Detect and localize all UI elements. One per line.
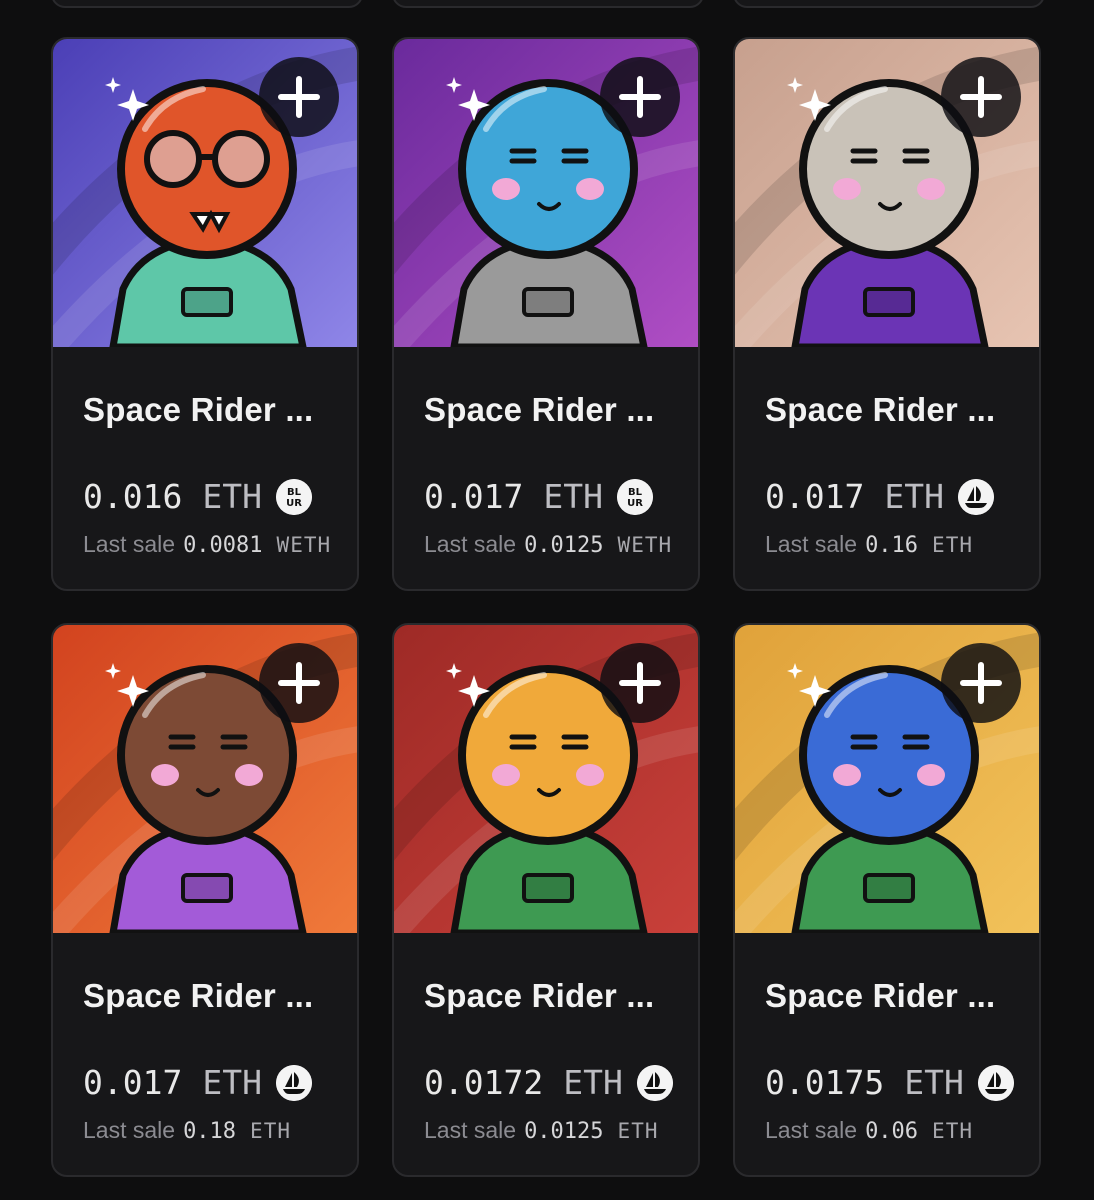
last-sale-row: Last sale 0.06 ETH <box>765 1117 973 1144</box>
card-above-partial[interactable] <box>733 0 1045 8</box>
card-above-partial[interactable] <box>51 0 363 8</box>
opensea-icon <box>636 1064 673 1101</box>
opensea-icon <box>977 1064 1014 1101</box>
opensea-icon <box>275 1064 312 1101</box>
nft-title: Space Rider ... <box>83 391 314 428</box>
price-value: 0.017 <box>424 477 524 516</box>
last-sale-value: 0.0081 <box>183 533 263 558</box>
plus-icon <box>278 662 320 704</box>
card-above-partial[interactable] <box>392 0 704 8</box>
last-sale-currency: ETH <box>250 1119 291 1143</box>
price-value: 0.016 <box>83 477 183 516</box>
plus-icon <box>960 662 1002 704</box>
nft-title: Space Rider ... <box>424 391 655 428</box>
nft-card[interactable]: Space Rider ... 0.016 ETH BL UR Last sale 0.00… <box>51 37 359 591</box>
add-to-cart-button[interactable] <box>259 643 339 723</box>
last-sale-value: 0.18 <box>183 1119 237 1144</box>
nft-title: Space Rider ... <box>424 977 655 1014</box>
add-to-cart-button[interactable] <box>941 57 1021 137</box>
last-sale-value: 0.0125 <box>524 533 604 558</box>
last-sale-value: 0.06 <box>865 1119 919 1144</box>
price-currency: ETH <box>563 1063 623 1102</box>
last-sale-row: Last sale 0.18 ETH <box>83 1117 291 1144</box>
plus-icon <box>278 76 320 118</box>
last-sale-value: 0.0125 <box>524 1119 604 1144</box>
last-sale-label: Last sale <box>83 531 176 557</box>
blur-icon: BL UR <box>275 478 312 515</box>
last-sale-label: Last sale <box>765 1117 858 1143</box>
last-sale-label: Last sale <box>424 1117 517 1143</box>
price-value: 0.0172 <box>424 1063 544 1102</box>
price-value: 0.017 <box>765 477 865 516</box>
svg-text:BL: BL <box>287 487 302 498</box>
last-sale-currency: ETH <box>617 1119 659 1143</box>
last-sale-label: Last sale <box>765 531 858 557</box>
price-row: 0.016 ETH BL UR <box>83 477 312 516</box>
nft-title: Space Rider ... <box>765 391 996 428</box>
price-value: 0.0175 <box>765 1063 885 1102</box>
price-currency: ETH <box>543 477 603 516</box>
blur-icon: BL UR <box>616 478 653 515</box>
last-sale-row: Last sale 0.0125 ETH <box>424 1117 658 1144</box>
price-currency: ETH <box>884 477 944 516</box>
last-sale-row: Last sale 0.0081 WETH <box>83 531 331 558</box>
nft-card[interactable]: Space Rider ... 0.017 ETH Last sale 0.18 ETH <box>51 623 359 1177</box>
add-to-cart-button[interactable] <box>941 643 1021 723</box>
last-sale-row: Last sale 0.16 ETH <box>765 531 973 558</box>
price-row: 0.017 ETH <box>765 477 994 516</box>
last-sale-value: 0.16 <box>865 533 919 558</box>
svg-text:UR: UR <box>627 498 643 509</box>
nft-card[interactable]: Space Rider ... 0.0175 ETH Last sale 0.06 ETH <box>733 623 1041 1177</box>
nft-card[interactable]: Space Rider ... 0.017 ETH Last sale 0.16 ETH <box>733 37 1041 591</box>
last-sale-label: Last sale <box>83 1117 176 1143</box>
price-currency: ETH <box>202 1063 262 1102</box>
price-row: 0.0175 ETH <box>765 1063 1014 1102</box>
nft-card[interactable]: Space Rider ... 0.017 ETH BL UR Last sale 0.01… <box>392 37 700 591</box>
price-currency: ETH <box>904 1063 964 1102</box>
add-to-cart-button[interactable] <box>259 57 339 137</box>
last-sale-row: Last sale 0.0125 WETH <box>424 531 672 558</box>
opensea-icon <box>957 478 994 515</box>
price-row: 0.017 ETH <box>83 1063 312 1102</box>
nft-title: Space Rider ... <box>765 977 996 1014</box>
last-sale-label: Last sale <box>424 531 517 557</box>
price-row: 0.0172 ETH <box>424 1063 673 1102</box>
nft-card[interactable]: Space Rider ... 0.0172 ETH Last sale 0.0125 E… <box>392 623 700 1177</box>
plus-icon <box>960 76 1002 118</box>
last-sale-currency: WETH <box>617 533 673 557</box>
last-sale-currency: WETH <box>276 533 332 557</box>
add-to-cart-button[interactable] <box>600 643 680 723</box>
plus-icon <box>619 76 661 118</box>
svg-text:UR: UR <box>286 498 302 509</box>
price-currency: ETH <box>202 477 262 516</box>
price-row: 0.017 ETH BL UR <box>424 477 653 516</box>
price-value: 0.017 <box>83 1063 183 1102</box>
svg-text:BL: BL <box>628 487 643 498</box>
add-to-cart-button[interactable] <box>600 57 680 137</box>
nft-title: Space Rider ... <box>83 977 314 1014</box>
last-sale-currency: ETH <box>932 1119 973 1143</box>
last-sale-currency: ETH <box>932 533 973 557</box>
plus-icon <box>619 662 661 704</box>
